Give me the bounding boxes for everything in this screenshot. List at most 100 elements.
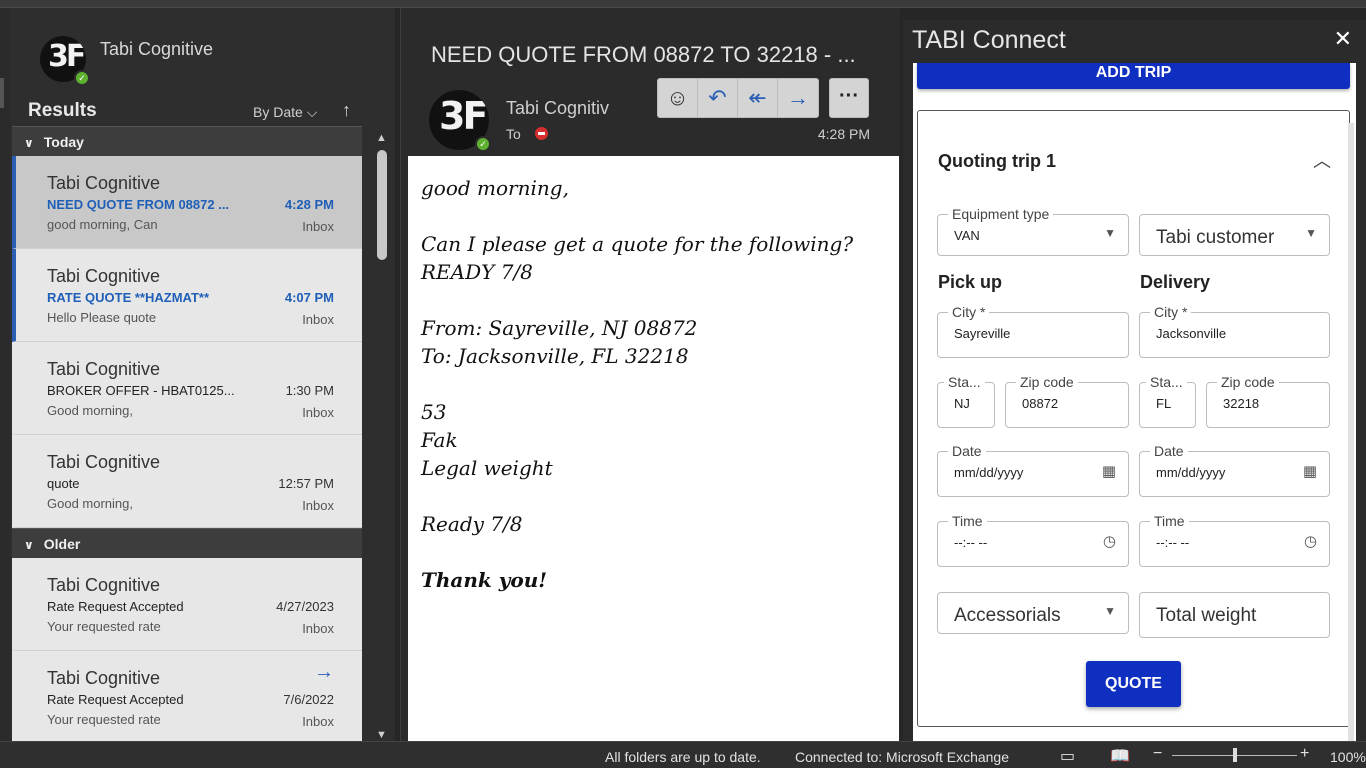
calendar-icon[interactable]: ▦ <box>1102 462 1116 480</box>
results-heading: Results <box>28 100 97 121</box>
message-folder: Inbox <box>302 405 334 420</box>
zoom-slider-knob[interactable] <box>1232 748 1237 762</box>
body-line: good morning, <box>421 176 569 200</box>
addin-scrollbar[interactable] <box>1348 123 1354 741</box>
tabi-connect-pane: TABI Connect ✕ ADD TRIP Quoting trip 1 ︿… <box>903 20 1366 741</box>
field-value: Sayreville <box>954 326 1011 341</box>
calendar-icon[interactable]: ▦ <box>1303 462 1317 480</box>
sort-by-date-dropdown[interactable]: By Date ⌵ <box>253 104 317 121</box>
group-header-today[interactable]: ∨ Today <box>12 126 362 156</box>
message-item[interactable]: Tabi Cognitive RATE QUOTE **HAZMAT** 4:0… <box>12 249 362 342</box>
blocked-recipient-icon[interactable] <box>534 127 548 140</box>
message-item[interactable]: Tabi Cognitive Rate Request Accepted 4/2… <box>12 558 362 651</box>
zoom-out-icon[interactable]: − <box>1153 745 1162 763</box>
scroll-thumb[interactable] <box>377 150 387 260</box>
delivery-city-input[interactable]: City * Jacksonville <box>1139 304 1330 358</box>
delivery-zip-input[interactable]: Zip code 32218 <box>1206 374 1330 428</box>
delivery-state-input[interactable]: Sta... FL <box>1139 374 1196 428</box>
card-title: Quoting trip 1 <box>938 151 1056 171</box>
pickup-heading: Pick up <box>938 272 1003 292</box>
connection-status[interactable]: Connected to: Microsoft Exchange <box>795 749 1009 765</box>
customer-select[interactable]: Tabi customer ▼ <box>1139 214 1330 256</box>
message-folder: Inbox <box>302 621 334 636</box>
chevron-down-icon: ⌵ <box>306 104 318 120</box>
status-bar: All folders are up to date. Connected to… <box>0 741 1366 768</box>
pickup-date-input[interactable]: Date mm/dd/yyyy ▦ <box>937 443 1129 497</box>
reply-button[interactable]: ↶ <box>698 79 738 117</box>
clock-icon[interactable]: ◷ <box>1103 532 1116 550</box>
field-placeholder: mm/dd/yyyy <box>954 465 1024 480</box>
add-trip-button[interactable]: ADD TRIP <box>917 63 1350 89</box>
message-item[interactable]: → Tabi Cognitive Rate Request Accepted 7… <box>12 651 362 741</box>
message-time: 1:30 PM <box>285 383 334 398</box>
close-icon[interactable]: ✕ <box>1334 26 1352 52</box>
field-value: 08872 <box>1022 396 1059 411</box>
sort-label: By Date <box>253 104 303 120</box>
message-folder: Inbox <box>302 312 334 327</box>
message-list: ∨ Today Tabi Cognitive NEED QUOTE FROM 08… <box>12 126 362 741</box>
sender-avatar[interactable]: 3F ✓ <box>429 90 491 152</box>
reading-view-icon[interactable]: 📖 <box>1110 746 1130 766</box>
message-preview: Your requested rate <box>47 712 161 727</box>
body-line: Ready 7/8 <box>421 512 523 536</box>
field-label: Time <box>948 513 987 529</box>
message-item[interactable]: Tabi Cognitive BROKER OFFER - HBAT0125..… <box>12 342 362 435</box>
scroll-down-icon[interactable]: ▼ <box>376 729 387 741</box>
pickup-city-input[interactable]: City * Sayreville <box>937 304 1129 358</box>
body-line: To: Jacksonville, FL 32218 <box>421 344 689 368</box>
body-line: Fak <box>421 428 458 452</box>
outlook-window: 3F ✓ Tabi Cognitive Results By Date ⌵ ↑ … <box>0 0 1366 768</box>
scroll-up-icon[interactable]: ▲ <box>376 132 387 144</box>
delivery-time-input[interactable]: Time --:-- -- ◷ <box>1139 513 1330 567</box>
field-label: Zip code <box>1217 374 1279 390</box>
message-preview: Your requested rate <box>47 619 161 634</box>
chevron-down-icon: ∨ <box>24 136 34 150</box>
message-list-pane: 3F ✓ Tabi Cognitive Results By Date ⌵ ↑ … <box>10 8 395 741</box>
message-item[interactable]: Tabi Cognitive quote 12:57 PM Good morni… <box>12 435 362 528</box>
zoom-level[interactable]: 100% <box>1330 749 1366 765</box>
sync-status: All folders are up to date. <box>605 749 761 765</box>
account-avatar[interactable]: 3F ✓ <box>40 36 90 86</box>
clock-icon[interactable]: ◷ <box>1304 532 1317 550</box>
more-actions-button[interactable]: ··· <box>829 78 869 118</box>
message-sender: Tabi Cognitive <box>47 359 161 379</box>
field-label: Date <box>1150 443 1188 459</box>
sender-name[interactable]: Tabi Cognitiv <box>506 98 609 119</box>
message-time: 4/27/2023 <box>276 599 334 614</box>
sort-direction-arrow-icon[interactable]: ↑ <box>342 100 351 121</box>
field-value: FL <box>1156 396 1172 411</box>
pickup-time-input[interactable]: Time --:-- -- ◷ <box>937 513 1129 567</box>
field-label: Date <box>948 443 986 459</box>
chevron-up-icon[interactable]: ︿ <box>1313 147 1331 173</box>
message-subject: RATE QUOTE **HAZMAT** <box>47 290 210 305</box>
quote-button[interactable]: QUOTE <box>1086 661 1181 707</box>
field-label: Zip code <box>1016 374 1078 390</box>
addin-frame: ADD TRIP Quoting trip 1 ︿ Equipment type… <box>913 63 1356 741</box>
body-line: Legal weight <box>421 456 553 480</box>
list-scrollbar[interactable]: ▲ ▼ <box>372 128 392 741</box>
message-sender: Tabi Cognitive <box>47 173 161 193</box>
normal-view-icon[interactable]: ▭ <box>1060 746 1075 766</box>
presence-available-icon: ✓ <box>74 70 90 86</box>
emoji-reaction-button[interactable]: ☺ <box>658 79 698 117</box>
delivery-date-input[interactable]: Date mm/dd/yyyy ▦ <box>1139 443 1330 497</box>
message-item[interactable]: Tabi Cognitive NEED QUOTE FROM 08872 ...… <box>12 156 362 249</box>
presence-available-icon: ✓ <box>475 136 491 152</box>
message-subject-heading: NEED QUOTE FROM 08872 TO 32218 - ... <box>431 42 856 67</box>
reply-all-button[interactable]: ↞ <box>738 79 778 117</box>
pickup-state-input[interactable]: Sta... NJ <box>937 374 995 428</box>
pickup-zip-input[interactable]: Zip code 08872 <box>1005 374 1129 428</box>
group-header-older[interactable]: ∨ Older <box>12 528 362 558</box>
message-sender: Tabi Cognitive <box>47 452 161 472</box>
caret-down-icon: ▼ <box>1305 226 1317 240</box>
zoom-in-icon[interactable]: + <box>1300 745 1309 763</box>
body-line: Can I please get a quote for the followi… <box>421 232 854 256</box>
message-time: 4:28 PM <box>817 126 870 142</box>
message-subject: BROKER OFFER - HBAT0125... <box>47 383 235 398</box>
total-weight-input[interactable]: Total weight <box>1139 592 1330 638</box>
forward-button[interactable]: → <box>778 79 818 117</box>
account-name: Tabi Cognitive <box>100 39 214 59</box>
equipment-type-select[interactable]: Equipment type VAN ▼ <box>937 206 1129 256</box>
avatar-logo: 3F <box>439 94 488 138</box>
accessorials-select[interactable]: Accessorials ▼ <box>937 592 1129 634</box>
